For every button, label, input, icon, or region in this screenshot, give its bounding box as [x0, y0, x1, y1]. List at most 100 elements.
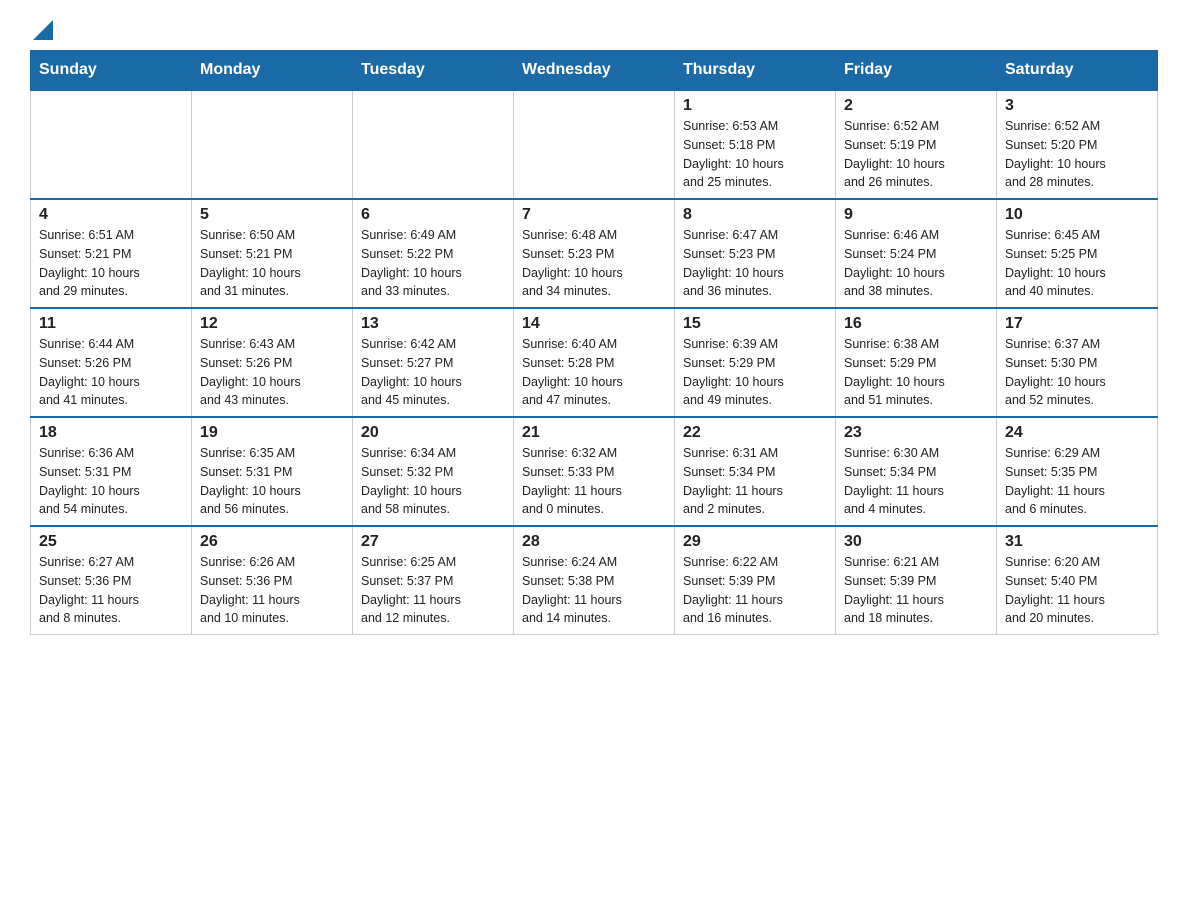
day-cell: 2Sunrise: 6:52 AM Sunset: 5:19 PM Daylig… [836, 90, 997, 199]
day-number: 29 [683, 533, 827, 551]
day-number: 17 [1005, 315, 1149, 333]
day-cell: 7 Sunrise: 6:48 AM Sunset: 5:23 PM Daylig… [514, 199, 675, 308]
day-number: 30 [844, 533, 988, 551]
day-number: 19 [200, 424, 344, 442]
day-info: Sunrise: 6:36 AM Sunset: 5:31 PM Dayligh… [39, 446, 140, 516]
day-info: Sunrise: 6:39 AM Sunset: 5:29 PM Dayligh… [683, 337, 784, 407]
day-info: Sunrise: 6:51 AM Sunset: 5:21 PM Dayligh… [39, 228, 140, 298]
column-header-tuesday: Tuesday [353, 51, 514, 91]
week-row-1: 1Sunrise: 6:53 AM Sunset: 5:18 PM Daylig… [31, 90, 1158, 199]
day-info: Sunrise: 6:27 AM Sunset: 5:36 PM Dayligh… [39, 555, 139, 625]
column-header-wednesday: Wednesday [514, 51, 675, 91]
day-info: Sunrise: 6:21 AM Sunset: 5:39 PM Dayligh… [844, 555, 944, 625]
day-info: Sunrise: 6:24 AM Sunset: 5:38 PM Dayligh… [522, 555, 622, 625]
day-info: Sunrise: 6:37 AM Sunset: 5:30 PM Dayligh… [1005, 337, 1106, 407]
day-number: 3 [1005, 97, 1149, 115]
day-info: Sunrise: 6:38 AM Sunset: 5:29 PM Dayligh… [844, 337, 945, 407]
day-number: 2 [844, 97, 988, 115]
day-cell: 18 Sunrise: 6:36 AM Sunset: 5:31 PM Dayli… [31, 417, 192, 526]
column-header-friday: Friday [836, 51, 997, 91]
day-number: 6 [361, 206, 505, 224]
week-row-3: 11Sunrise: 6:44 AM Sunset: 5:26 PM Dayli… [31, 308, 1158, 417]
day-cell [353, 90, 514, 199]
day-info: Sunrise: 6:35 AM Sunset: 5:31 PM Dayligh… [200, 446, 301, 516]
day-cell [192, 90, 353, 199]
day-cell: 10Sunrise: 6:45 AM Sunset: 5:25 PM Dayli… [997, 199, 1158, 308]
day-info: Sunrise: 6:31 AM Sunset: 5:34 PM Dayligh… [683, 446, 783, 516]
day-number: 16 [844, 315, 988, 333]
day-info: Sunrise: 6:25 AM Sunset: 5:37 PM Dayligh… [361, 555, 461, 625]
day-cell: 1Sunrise: 6:53 AM Sunset: 5:18 PM Daylig… [675, 90, 836, 199]
day-cell: 22 Sunrise: 6:31 AM Sunset: 5:34 PM Dayli… [675, 417, 836, 526]
day-number: 18 [39, 424, 183, 442]
day-number: 23 [844, 424, 988, 442]
day-number: 28 [522, 533, 666, 551]
day-cell: 3 Sunrise: 6:52 AM Sunset: 5:20 PM Daylig… [997, 90, 1158, 199]
day-cell: 5 Sunrise: 6:50 AM Sunset: 5:21 PM Daylig… [192, 199, 353, 308]
day-number: 5 [200, 206, 344, 224]
page-header [30, 20, 1158, 40]
day-cell: 20Sunrise: 6:34 AM Sunset: 5:32 PM Dayli… [353, 417, 514, 526]
calendar-table: SundayMondayTuesdayWednesdayThursdayFrid… [30, 50, 1158, 635]
day-info: Sunrise: 6:45 AM Sunset: 5:25 PM Dayligh… [1005, 228, 1106, 298]
week-row-4: 18 Sunrise: 6:36 AM Sunset: 5:31 PM Dayli… [31, 417, 1158, 526]
day-cell: 23Sunrise: 6:30 AM Sunset: 5:34 PM Dayli… [836, 417, 997, 526]
day-cell: 11Sunrise: 6:44 AM Sunset: 5:26 PM Dayli… [31, 308, 192, 417]
day-number: 1 [683, 97, 827, 115]
day-number: 25 [39, 533, 183, 551]
day-cell: 30 Sunrise: 6:21 AM Sunset: 5:39 PM Dayli… [836, 526, 997, 635]
day-info: Sunrise: 6:46 AM Sunset: 5:24 PM Dayligh… [844, 228, 945, 298]
logo [30, 20, 53, 40]
column-header-monday: Monday [192, 51, 353, 91]
day-number: 15 [683, 315, 827, 333]
calendar-header-row: SundayMondayTuesdayWednesdayThursdayFrid… [31, 51, 1158, 91]
day-number: 21 [522, 424, 666, 442]
day-info: Sunrise: 6:40 AM Sunset: 5:28 PM Dayligh… [522, 337, 623, 407]
day-info: Sunrise: 6:49 AM Sunset: 5:22 PM Dayligh… [361, 228, 462, 298]
day-cell [514, 90, 675, 199]
day-number: 26 [200, 533, 344, 551]
day-number: 20 [361, 424, 505, 442]
day-cell: 6 Sunrise: 6:49 AM Sunset: 5:22 PM Daylig… [353, 199, 514, 308]
day-cell: 28 Sunrise: 6:24 AM Sunset: 5:38 PM Dayli… [514, 526, 675, 635]
day-cell: 13Sunrise: 6:42 AM Sunset: 5:27 PM Dayli… [353, 308, 514, 417]
day-info: Sunrise: 6:29 AM Sunset: 5:35 PM Dayligh… [1005, 446, 1105, 516]
day-cell: 8 Sunrise: 6:47 AM Sunset: 5:23 PM Daylig… [675, 199, 836, 308]
day-number: 31 [1005, 533, 1149, 551]
day-cell [31, 90, 192, 199]
day-info: Sunrise: 6:52 AM Sunset: 5:20 PM Dayligh… [1005, 119, 1106, 189]
day-number: 11 [39, 315, 183, 333]
day-cell: 19 Sunrise: 6:35 AM Sunset: 5:31 PM Dayli… [192, 417, 353, 526]
day-info: Sunrise: 6:32 AM Sunset: 5:33 PM Dayligh… [522, 446, 622, 516]
day-cell: 21 Sunrise: 6:32 AM Sunset: 5:33 PM Dayli… [514, 417, 675, 526]
day-cell: 14 Sunrise: 6:40 AM Sunset: 5:28 PM Dayli… [514, 308, 675, 417]
column-header-thursday: Thursday [675, 51, 836, 91]
week-row-5: 25 Sunrise: 6:27 AM Sunset: 5:36 PM Dayli… [31, 526, 1158, 635]
day-cell: 29 Sunrise: 6:22 AM Sunset: 5:39 PM Dayli… [675, 526, 836, 635]
day-info: Sunrise: 6:47 AM Sunset: 5:23 PM Dayligh… [683, 228, 784, 298]
day-number: 22 [683, 424, 827, 442]
day-number: 4 [39, 206, 183, 224]
day-cell: 9 Sunrise: 6:46 AM Sunset: 5:24 PM Daylig… [836, 199, 997, 308]
day-number: 14 [522, 315, 666, 333]
day-info: Sunrise: 6:22 AM Sunset: 5:39 PM Dayligh… [683, 555, 783, 625]
day-cell: 16 Sunrise: 6:38 AM Sunset: 5:29 PM Dayli… [836, 308, 997, 417]
day-cell: 26 Sunrise: 6:26 AM Sunset: 5:36 PM Dayli… [192, 526, 353, 635]
logo-triangle-icon [33, 20, 53, 40]
day-number: 27 [361, 533, 505, 551]
day-cell: 27 Sunrise: 6:25 AM Sunset: 5:37 PM Dayli… [353, 526, 514, 635]
day-number: 12 [200, 315, 344, 333]
day-number: 8 [683, 206, 827, 224]
day-info: Sunrise: 6:50 AM Sunset: 5:21 PM Dayligh… [200, 228, 301, 298]
day-info: Sunrise: 6:48 AM Sunset: 5:23 PM Dayligh… [522, 228, 623, 298]
day-number: 7 [522, 206, 666, 224]
day-cell: 17 Sunrise: 6:37 AM Sunset: 5:30 PM Dayli… [997, 308, 1158, 417]
day-number: 9 [844, 206, 988, 224]
day-cell: 15 Sunrise: 6:39 AM Sunset: 5:29 PM Dayli… [675, 308, 836, 417]
day-cell: 25 Sunrise: 6:27 AM Sunset: 5:36 PM Dayli… [31, 526, 192, 635]
day-cell: 31 Sunrise: 6:20 AM Sunset: 5:40 PM Dayli… [997, 526, 1158, 635]
day-info: Sunrise: 6:20 AM Sunset: 5:40 PM Dayligh… [1005, 555, 1105, 625]
day-cell: 4 Sunrise: 6:51 AM Sunset: 5:21 PM Daylig… [31, 199, 192, 308]
day-info: Sunrise: 6:26 AM Sunset: 5:36 PM Dayligh… [200, 555, 300, 625]
day-cell: 24Sunrise: 6:29 AM Sunset: 5:35 PM Dayli… [997, 417, 1158, 526]
